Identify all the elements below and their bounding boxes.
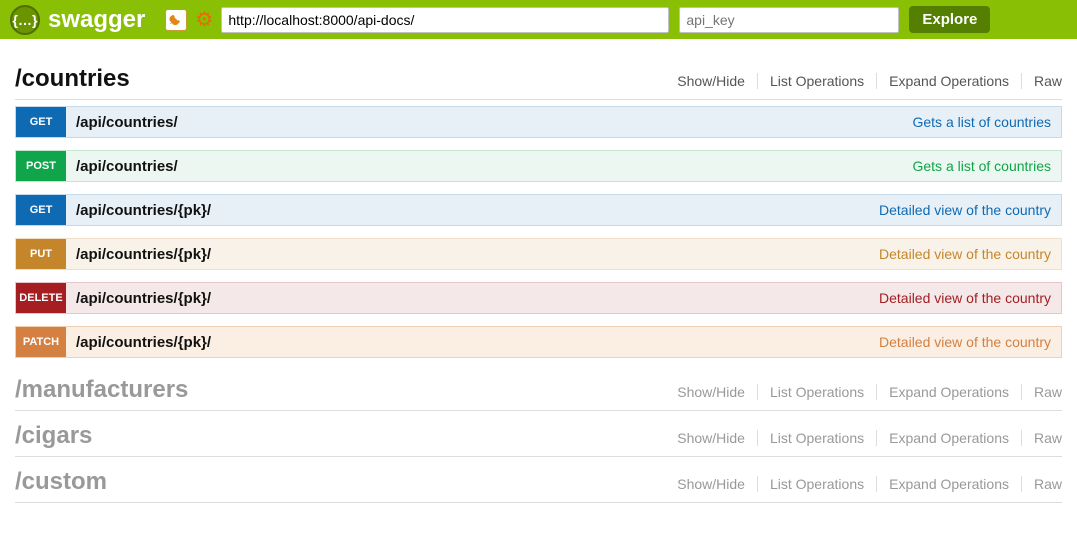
resource-title[interactable]: /countries (15, 65, 130, 93)
resource-actions: Show/HideList OperationsExpand Operation… (665, 73, 1062, 89)
expand-operations-link[interactable]: Expand Operations (877, 73, 1022, 89)
resource-actions: Show/HideList OperationsExpand Operation… (665, 384, 1062, 400)
resource: /cigars Show/HideList OperationsExpand Op… (15, 416, 1062, 457)
http-method-badge: DELETE (16, 283, 66, 313)
api-url-input[interactable] (221, 7, 669, 33)
resource-title[interactable]: /custom (15, 468, 107, 496)
resource-heading: /countries Show/HideList OperationsExpand… (15, 59, 1062, 100)
operation-summary: Detailed view of the country (869, 202, 1061, 218)
swagger-logo-icon: {…} (10, 5, 40, 35)
resource-title[interactable]: /cigars (15, 422, 92, 450)
operation-summary: Detailed view of the country (869, 334, 1061, 350)
show-hide-link[interactable]: Show/Hide (665, 430, 758, 446)
http-method-badge: GET (16, 195, 66, 225)
http-method-badge: GET (16, 107, 66, 137)
operation-summary: Detailed view of the country (869, 290, 1061, 306)
resource-title[interactable]: /manufacturers (15, 376, 188, 404)
list-operations-link[interactable]: List Operations (758, 430, 877, 446)
operation-summary: Detailed view of the country (869, 246, 1061, 262)
raw-link[interactable]: Raw (1022, 73, 1062, 89)
list-operations-link[interactable]: List Operations (758, 384, 877, 400)
plug-icon[interactable] (165, 9, 187, 31)
operations-list: GET/api/countries/Gets a list of countri… (15, 106, 1062, 358)
operation-path: /api/countries/{pk}/ (66, 334, 869, 351)
expand-operations-link[interactable]: Expand Operations (877, 384, 1022, 400)
raw-link[interactable]: Raw (1022, 384, 1062, 400)
show-hide-link[interactable]: Show/Hide (665, 384, 758, 400)
list-operations-link[interactable]: List Operations (758, 73, 877, 89)
http-method-badge: PUT (16, 239, 66, 269)
api-key-input[interactable] (679, 7, 899, 33)
resource: /custom Show/HideList OperationsExpand Op… (15, 462, 1062, 503)
expand-operations-link[interactable]: Expand Operations (877, 430, 1022, 446)
operation-row[interactable]: PATCH/api/countries/{pk}/Detailed view o… (15, 326, 1062, 358)
resource: /countries Show/HideList OperationsExpand… (15, 59, 1062, 358)
operation-summary: Gets a list of countries (902, 158, 1061, 174)
operation-path: /api/countries/ (66, 158, 902, 175)
header: {…} swagger ⚙ Explore (0, 0, 1077, 39)
logo: {…} swagger (10, 5, 145, 35)
resource-heading: /custom Show/HideList OperationsExpand Op… (15, 462, 1062, 503)
brand-text: swagger (48, 6, 145, 34)
main-content: /countriesShow/HideList OperationsExpand… (0, 39, 1077, 528)
operation-path: /api/countries/{pk}/ (66, 290, 869, 307)
operation-row[interactable]: DELETE/api/countries/{pk}/Detailed view … (15, 282, 1062, 314)
explore-button[interactable]: Explore (909, 6, 990, 33)
operation-row[interactable]: GET/api/countries/{pk}/Detailed view of … (15, 194, 1062, 226)
gear-icon[interactable]: ⚙ (193, 9, 215, 31)
list-operations-link[interactable]: List Operations (758, 476, 877, 492)
raw-link[interactable]: Raw (1022, 476, 1062, 492)
operation-path: /api/countries/{pk}/ (66, 202, 869, 219)
raw-link[interactable]: Raw (1022, 430, 1062, 446)
operation-row[interactable]: PUT/api/countries/{pk}/Detailed view of … (15, 238, 1062, 270)
resource-heading: /cigars Show/HideList OperationsExpand Op… (15, 416, 1062, 457)
http-method-badge: POST (16, 151, 66, 181)
operation-summary: Gets a list of countries (902, 114, 1061, 130)
resource-actions: Show/HideList OperationsExpand Operation… (665, 476, 1062, 492)
show-hide-link[interactable]: Show/Hide (665, 476, 758, 492)
resource: /manufacturers Show/HideList OperationsEx… (15, 370, 1062, 411)
resource-actions: Show/HideList OperationsExpand Operation… (665, 430, 1062, 446)
resource-heading: /manufacturers Show/HideList OperationsEx… (15, 370, 1062, 411)
operation-row[interactable]: POST/api/countries/Gets a list of countr… (15, 150, 1062, 182)
operation-path: /api/countries/ (66, 114, 902, 131)
operation-row[interactable]: GET/api/countries/Gets a list of countri… (15, 106, 1062, 138)
show-hide-link[interactable]: Show/Hide (665, 73, 758, 89)
operation-path: /api/countries/{pk}/ (66, 246, 869, 263)
http-method-badge: PATCH (16, 327, 66, 357)
expand-operations-link[interactable]: Expand Operations (877, 476, 1022, 492)
